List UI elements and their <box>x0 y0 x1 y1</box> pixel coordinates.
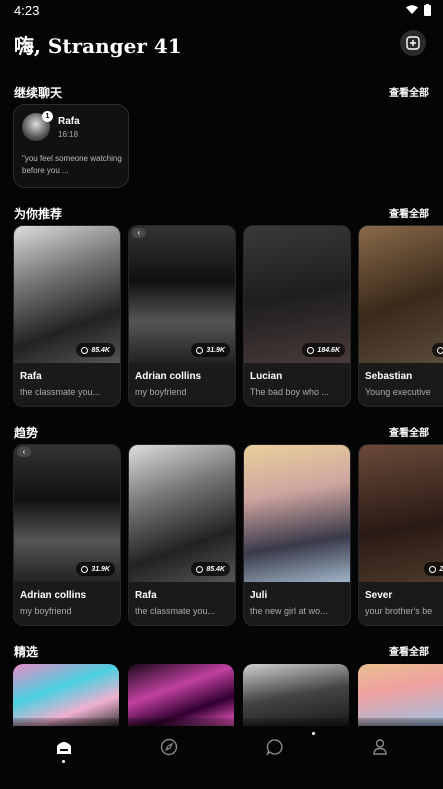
character-name: Sebastian <box>365 371 413 382</box>
see-all-recommended[interactable]: 查看全部 <box>389 205 429 220</box>
status-bar: 4:23 <box>0 0 443 22</box>
character-card[interactable]: ‹ 31.9K Adrian collins my boyfriend <box>128 225 236 407</box>
character-name: Adrian collins <box>20 590 87 601</box>
chat-count: 31.9K <box>76 562 115 576</box>
chat-bubble-icon <box>81 346 89 354</box>
chat-count-value: 31.9K <box>91 565 110 573</box>
character-name: Adrian collins <box>135 371 202 382</box>
character-subtitle: the classmate you... <box>135 606 216 616</box>
create-button[interactable] <box>400 30 426 56</box>
chat-count: 85.4K <box>76 343 115 357</box>
chat-count: 4 <box>432 343 443 357</box>
chat-count: 222 <box>424 562 443 576</box>
character-name: Rafa <box>20 371 42 382</box>
character-card[interactable]: 184.6K Lucian The bad boy who ... <box>243 225 351 407</box>
chat-name: Rafa <box>58 116 80 127</box>
nav-profile[interactable] <box>371 738 389 756</box>
chat-count-value: 222 <box>439 565 443 573</box>
section-title-recommended: 为你推荐 <box>14 207 63 221</box>
chat-preview: "you feel someone watching before you ..… <box>22 154 122 175</box>
nav-home[interactable] <box>55 738 73 756</box>
wifi-icon <box>406 5 418 14</box>
nav-chat[interactable] <box>266 738 284 756</box>
character-name: Lucian <box>250 371 283 382</box>
bottom-nav <box>0 718 443 789</box>
character-card[interactable]: ‹ 31.9K Adrian collins my boyfriend <box>13 444 121 626</box>
character-subtitle: the classmate you... <box>20 387 101 397</box>
chat-time: 16:18 <box>58 130 79 139</box>
character-name: Sever <box>365 590 393 601</box>
profile-icon <box>373 739 387 755</box>
continue-chat-card[interactable]: 1 Rafa 16:18 "you feel someone watching … <box>13 104 129 188</box>
chat-bubble-icon <box>429 565 437 573</box>
character-image <box>359 226 443 363</box>
carousel-indicator <box>312 732 315 735</box>
character-subtitle: your brother's be <box>365 606 433 616</box>
featured-card[interactable] <box>243 664 349 726</box>
status-time: 4:23 <box>14 3 40 18</box>
explore-icon <box>160 738 178 756</box>
chat-count: 31.9K <box>191 343 230 357</box>
chat-icon <box>266 739 283 756</box>
chat-bubble-icon <box>81 565 89 573</box>
character-subtitle: Young executive <box>365 387 431 397</box>
section-title-featured: 精选 <box>14 645 39 659</box>
character-card[interactable]: 85.4K Rafa the classmate you... <box>128 444 236 626</box>
character-name: Juli <box>250 590 268 601</box>
featured-card[interactable] <box>358 664 443 726</box>
chat-bubble-icon <box>307 346 315 354</box>
chat-bubble-icon <box>196 565 204 573</box>
back-icon: ‹ <box>17 447 31 457</box>
chat-count-value: 85.4K <box>206 565 225 573</box>
chat-count-value: 85.4K <box>91 346 110 354</box>
see-all-featured[interactable]: 查看全部 <box>389 643 429 658</box>
character-subtitle: my boyfriend <box>135 387 187 397</box>
chat-count-value: 31.9K <box>206 346 225 354</box>
greeting-title: 嗨, Stranger 41 <box>14 34 182 58</box>
character-card[interactable]: 4 Sebastian Young executive <box>358 225 443 407</box>
character-card[interactable]: 222 Sever your brother's be <box>358 444 443 626</box>
plus-square-icon <box>406 36 420 50</box>
section-title-continue: 继续聊天 <box>14 86 63 100</box>
nav-active-indicator <box>62 760 65 763</box>
see-all-continue[interactable]: 查看全部 <box>389 84 429 99</box>
home-icon <box>57 742 71 754</box>
character-subtitle: my boyfriend <box>20 606 72 616</box>
nav-explore[interactable] <box>160 738 178 756</box>
character-card[interactable]: 85.4K Rafa the classmate you... <box>13 225 121 407</box>
chat-bubble-icon <box>437 346 443 354</box>
section-title-trending: 趋势 <box>14 426 39 440</box>
featured-card[interactable] <box>13 664 119 726</box>
character-subtitle: the new girl at wo... <box>250 606 328 616</box>
character-subtitle: The bad boy who ... <box>250 387 330 397</box>
featured-card[interactable] <box>128 664 234 726</box>
character-name: Rafa <box>135 590 157 601</box>
unread-badge: 1 <box>42 111 53 122</box>
chat-bubble-icon <box>196 346 204 354</box>
back-icon: ‹ <box>132 228 146 238</box>
chat-count: 85.4K <box>191 562 230 576</box>
character-card[interactable]: Juli the new girl at wo... <box>243 444 351 626</box>
chat-count-value: 184.6K <box>317 346 340 354</box>
status-icons <box>406 4 431 16</box>
see-all-trending[interactable]: 查看全部 <box>389 424 429 439</box>
chat-count: 184.6K <box>302 343 345 357</box>
character-image <box>244 445 350 582</box>
battery-icon <box>424 4 431 16</box>
